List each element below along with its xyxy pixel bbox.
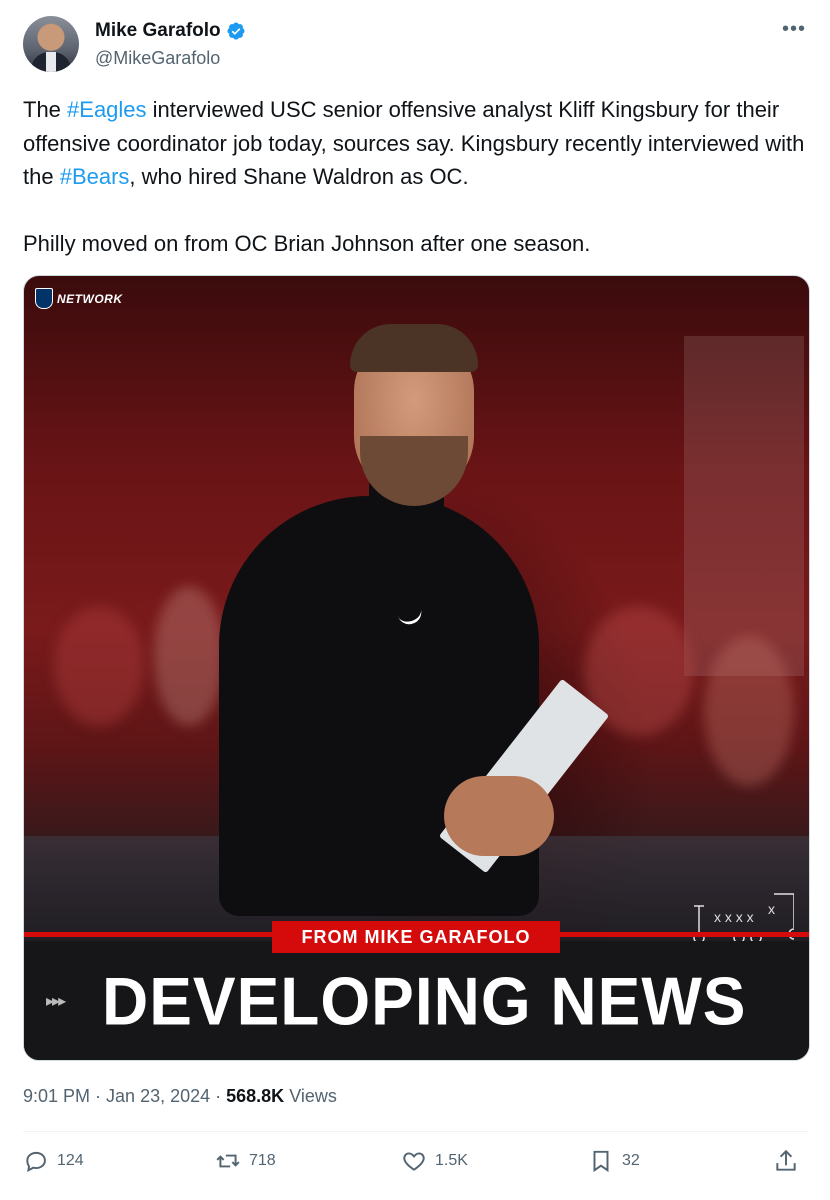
svg-text:x x x x: x x x x	[714, 909, 754, 925]
reply-count: 124	[57, 1152, 84, 1169]
developing-news-headline: DEVELOPING NEWS	[102, 962, 747, 1040]
crowd-blur	[54, 606, 144, 726]
author-handle[interactable]: @MikeGarafolo	[95, 48, 220, 69]
source-badge: FROM MIKE GARAFOLO	[272, 921, 560, 953]
bookmark-count: 32	[622, 1152, 640, 1169]
divider	[23, 1131, 808, 1132]
avatar-shirt	[46, 52, 56, 72]
nfl-network-logo: NETWORK	[35, 288, 123, 309]
more-options-icon[interactable]: •••	[782, 18, 806, 41]
action-bar: 124 718 1.5K 32	[23, 1148, 808, 1188]
tweet-media-image[interactable]: NETWORK x x x x x FROM MIKE GARAFOLO ▸▸▸…	[23, 275, 810, 1061]
svg-text:x: x	[768, 901, 775, 917]
view-count: 568.8K	[226, 1086, 285, 1106]
reply-icon	[26, 1151, 46, 1172]
tweet-meta: 9:01 PM · Jan 23, 2024 · 568.8K Views	[23, 1086, 337, 1107]
repost-count: 718	[249, 1152, 276, 1169]
hashtag-bears[interactable]: #Bears	[60, 164, 130, 189]
nfl-shield-icon	[35, 288, 53, 309]
heart-icon	[403, 1152, 425, 1171]
share-button[interactable]	[773, 1148, 799, 1174]
network-label: NETWORK	[57, 291, 123, 306]
tweet-text: The #Eagles interviewed USC senior offen…	[23, 93, 813, 261]
author-name[interactable]: Mike Garafolo	[95, 20, 221, 42]
crowd-blur	[704, 636, 794, 786]
crowd-blur	[154, 586, 224, 726]
author-avatar[interactable]	[23, 16, 79, 72]
arrows-icon: ▸▸▸	[46, 993, 66, 1010]
background-sign	[684, 336, 804, 676]
meta-separator: ·	[210, 1086, 227, 1106]
like-count: 1.5K	[435, 1152, 468, 1169]
tweet-text-paragraph-2: Philly moved on from OC Brian Johnson af…	[23, 231, 591, 256]
tweet-text-part: The	[23, 97, 68, 122]
tweet-time[interactable]: 9:01 PM	[23, 1086, 90, 1106]
author-name-row[interactable]: Mike Garafolo	[95, 20, 246, 42]
bookmark-icon	[593, 1150, 609, 1173]
share-icon	[776, 1149, 796, 1171]
play-diagram-icon: x x x x x	[693, 893, 794, 944]
tweet-date[interactable]: Jan 23, 2024	[106, 1086, 210, 1106]
like-button[interactable]: 1.5K	[401, 1148, 468, 1174]
verified-badge-icon	[227, 22, 245, 40]
hashtag-eagles[interactable]: #Eagles	[67, 97, 147, 122]
meta-separator: ·	[90, 1086, 107, 1106]
coach-hair	[350, 324, 478, 372]
bookmark-button[interactable]: 32	[588, 1148, 640, 1174]
repost-button[interactable]: 718	[215, 1148, 276, 1174]
views-label: Views	[284, 1086, 337, 1106]
reply-button[interactable]: 124	[23, 1148, 84, 1174]
coach-hands	[444, 776, 554, 856]
tweet-text-part: , who hired Shane Waldron as OC.	[129, 164, 469, 189]
repost-icon	[216, 1154, 240, 1168]
